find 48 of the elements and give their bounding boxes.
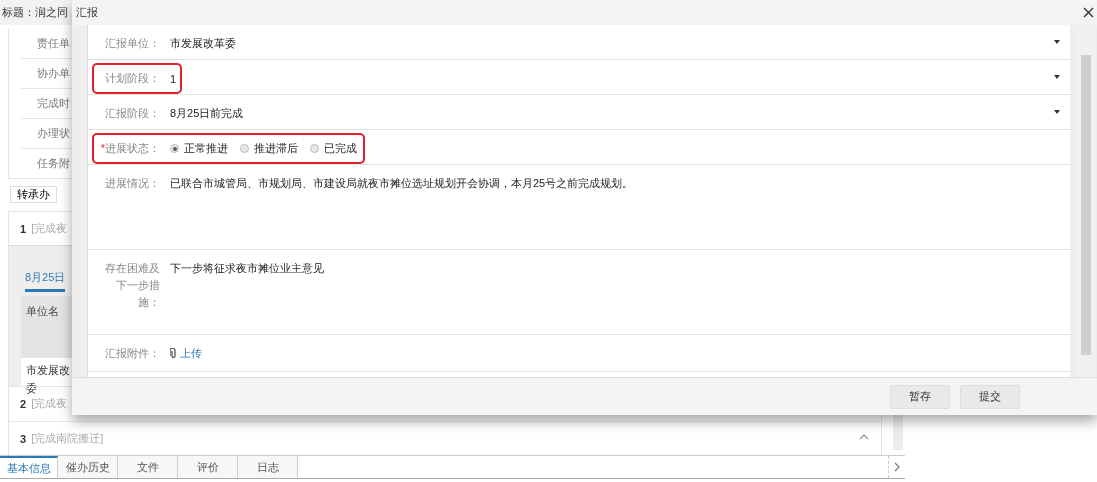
stage-number: 1: [20, 222, 27, 235]
dialog-button[interactable]: 暂存: [890, 384, 950, 409]
chevron-right-icon[interactable]: [894, 462, 900, 472]
stage-tab[interactable]: 8月25日: [25, 270, 66, 292]
field-label: 汇报附件：: [104, 346, 160, 361]
field-label: 任务附: [37, 156, 70, 171]
tab[interactable]: 催办历史: [58, 456, 118, 478]
radio-icon[interactable]: [240, 144, 249, 153]
field-label: 汇报单位：: [104, 36, 160, 51]
select-value[interactable]: 市发展改革委: [170, 36, 236, 51]
field-label: *进展状态：: [99, 141, 160, 156]
field-label: 完成时: [37, 96, 70, 111]
tab[interactable]: 评价: [178, 456, 238, 478]
field-label: 责任单: [37, 36, 70, 51]
option-label[interactable]: 推进滞后: [254, 141, 298, 156]
field-label: 汇报阶段：: [104, 106, 160, 121]
paperclip-icon[interactable]: [170, 348, 177, 359]
page-title: 标题：润之同: [2, 5, 68, 20]
stage-number: 3: [20, 432, 27, 445]
tab[interactable]: 日志: [238, 456, 298, 478]
select-value[interactable]: 8月25日前完成: [170, 106, 244, 121]
option-label[interactable]: 正常推进: [184, 141, 228, 156]
field-label: 计划阶段：: [104, 71, 160, 86]
caret-icon[interactable]: [1054, 75, 1060, 79]
transfer-button[interactable]: 转承办: [10, 186, 57, 203]
radio-option[interactable]: 推进滞后: [240, 141, 298, 156]
tab[interactable]: 文件: [118, 456, 178, 478]
radio-icon[interactable]: [170, 144, 179, 153]
field-label: 进展情况：: [104, 176, 160, 191]
field-value: 已联合市城管局、市规划局、市建设局就夜市摊位选址规划开会协调，本月25号之前完成规划。: [170, 176, 634, 191]
dialog-button[interactable]: 提交: [960, 384, 1020, 409]
radio-option[interactable]: 正常推进: [170, 141, 228, 156]
stage-number: 2: [20, 397, 27, 410]
close-icon[interactable]: [1083, 7, 1094, 18]
caret-icon[interactable]: [1054, 40, 1060, 44]
chevron-up-icon[interactable]: [859, 434, 869, 440]
caret-icon[interactable]: [1054, 110, 1060, 114]
field-label: 办理状: [37, 126, 70, 141]
dialog-title: 汇报: [76, 5, 98, 20]
option-label[interactable]: 已完成: [324, 141, 357, 156]
field-value: 下一步将征求夜市摊位业主意见: [170, 261, 324, 276]
field-label: 协办单: [37, 66, 70, 81]
select-value[interactable]: 1: [170, 72, 177, 85]
scrollbar[interactable]: [893, 415, 903, 450]
tab[interactable]: 基本信息: [0, 456, 58, 478]
upload-link[interactable]: 上传: [180, 346, 202, 361]
radio-option[interactable]: 已完成: [310, 141, 357, 156]
radio-icon[interactable]: [310, 144, 319, 153]
